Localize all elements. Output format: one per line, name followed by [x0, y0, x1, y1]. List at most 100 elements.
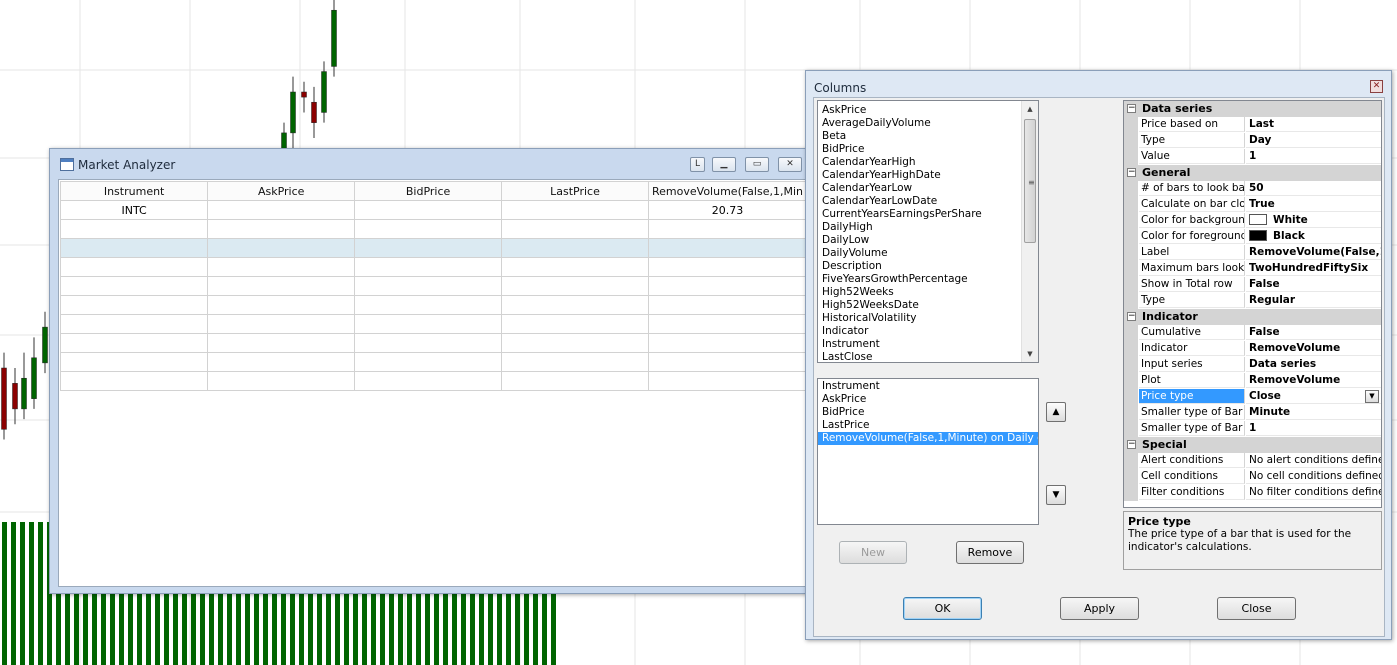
table-cell[interactable]: [501, 314, 649, 334]
property-row[interactable]: Price based on Last: [1124, 117, 1381, 133]
property-row[interactable]: Filter conditions No filter conditions de…: [1124, 485, 1381, 501]
table-cell[interactable]: [501, 333, 649, 353]
link-button[interactable]: L: [690, 157, 705, 172]
list-item[interactable]: LastPrice: [818, 419, 1038, 432]
selected-columns-list[interactable]: Instrument AskPrice BidPrice LastPrice Remov…: [817, 378, 1039, 525]
list-item[interactable]: BidPrice: [818, 143, 1023, 156]
list-item[interactable]: LastClose: [818, 351, 1023, 362]
property-value[interactable]: Close ▼: [1246, 389, 1381, 404]
apply-button[interactable]: Apply: [1060, 597, 1139, 620]
table-cell[interactable]: [59, 352, 209, 372]
list-item[interactable]: CalendarYearHighDate: [818, 169, 1023, 182]
close-icon[interactable]: ✕: [1370, 80, 1383, 93]
list-item[interactable]: Instrument: [818, 380, 1038, 393]
table-row[interactable]: [59, 295, 807, 315]
property-row[interactable]: Value 1: [1124, 149, 1381, 165]
table-cell[interactable]: [354, 333, 503, 353]
table-cell[interactable]: [59, 371, 209, 391]
table-cell[interactable]: [648, 352, 807, 372]
table-cell[interactable]: [59, 238, 209, 258]
property-row[interactable]: Type Regular: [1124, 293, 1381, 309]
table-cell[interactable]: [207, 295, 356, 315]
property-row[interactable]: Label RemoveVolume(False,1: [1124, 245, 1381, 261]
property-value[interactable]: 1: [1246, 149, 1381, 164]
table-cell[interactable]: [354, 295, 503, 315]
property-row[interactable]: Calculate on bar clos True: [1124, 197, 1381, 213]
property-row[interactable]: Indicator RemoveVolume: [1124, 341, 1381, 357]
property-value[interactable]: No cell conditions defined: [1246, 469, 1381, 484]
list-item[interactable]: RemoveVolume(False,1,Minute) on Daily da…: [818, 432, 1038, 445]
property-value[interactable]: False: [1246, 325, 1381, 340]
table-cell[interactable]: [354, 352, 503, 372]
table-row[interactable]: [59, 352, 807, 372]
table-cell[interactable]: [59, 333, 209, 353]
table-cell[interactable]: [207, 257, 356, 277]
property-value[interactable]: True: [1246, 197, 1381, 212]
move-down-button[interactable]: ▼: [1046, 485, 1066, 505]
list-item[interactable]: HistoricalVolatility: [818, 312, 1023, 325]
property-value[interactable]: Day: [1246, 133, 1381, 148]
property-category[interactable]: − Indicator: [1124, 309, 1381, 325]
table-cell[interactable]: [354, 276, 503, 296]
list-item[interactable]: Indicator: [818, 325, 1023, 338]
table-cell[interactable]: [354, 238, 503, 258]
list-item[interactable]: CalendarYearLowDate: [818, 195, 1023, 208]
scroll-up-icon[interactable]: ▲: [1022, 101, 1038, 117]
scroll-thumb[interactable]: ≡: [1024, 119, 1036, 243]
property-category[interactable]: − General: [1124, 165, 1381, 181]
property-row[interactable]: Maximum bars look l TwoHundredFiftySix: [1124, 261, 1381, 277]
property-row[interactable]: Cell conditions No cell conditions define…: [1124, 469, 1381, 485]
property-value[interactable]: RemoveVolume: [1246, 341, 1381, 356]
new-button[interactable]: New: [839, 541, 907, 564]
property-row[interactable]: Color for backgrounc White: [1124, 213, 1381, 229]
column-header[interactable]: LastPrice: [501, 181, 649, 201]
collapse-icon[interactable]: −: [1127, 168, 1136, 177]
table-cell[interactable]: [59, 219, 209, 239]
remove-button[interactable]: Remove: [956, 541, 1024, 564]
property-category[interactable]: − Data series: [1124, 101, 1381, 117]
table-cell[interactable]: [501, 276, 649, 296]
property-value[interactable]: TwoHundredFiftySix: [1246, 261, 1381, 276]
vertical-scrollbar[interactable]: ▲ ≡ ▼: [1021, 101, 1038, 362]
table-row[interactable]: [59, 333, 807, 353]
table-cell[interactable]: [354, 371, 503, 391]
table-cell[interactable]: [207, 238, 356, 258]
property-value[interactable]: RemoveVolume(False,1: [1246, 245, 1381, 260]
property-row[interactable]: # of bars to look bacl 50: [1124, 181, 1381, 197]
available-columns-list[interactable]: AskPrice AverageDailyVolume Beta BidPrice Ca…: [817, 100, 1039, 363]
list-item[interactable]: High52Weeks: [818, 286, 1023, 299]
table-cell[interactable]: [501, 352, 649, 372]
table-row[interactable]: [59, 371, 807, 391]
list-item[interactable]: CalendarYearLow: [818, 182, 1023, 195]
table-cell[interactable]: [501, 238, 649, 258]
collapse-icon[interactable]: −: [1127, 312, 1136, 321]
close-icon[interactable]: ✕: [778, 157, 802, 172]
property-row[interactable]: Smaller type of Bar to Minute: [1124, 405, 1381, 421]
property-value[interactable]: False: [1246, 277, 1381, 292]
list-item[interactable]: FiveYearsGrowthPercentage: [818, 273, 1023, 286]
table-cell[interactable]: [354, 257, 503, 277]
table-cell[interactable]: [207, 219, 356, 239]
collapse-icon[interactable]: −: [1127, 104, 1136, 113]
property-value[interactable]: Black: [1246, 229, 1381, 244]
table-cell[interactable]: [207, 371, 356, 391]
table-cell[interactable]: [648, 371, 807, 391]
table-cell[interactable]: [207, 314, 356, 334]
list-item[interactable]: AverageDailyVolume: [818, 117, 1023, 130]
list-item[interactable]: Instrument: [818, 338, 1023, 351]
list-item[interactable]: AskPrice: [818, 393, 1038, 406]
table-cell[interactable]: [354, 219, 503, 239]
property-row[interactable]: Show in Total row False: [1124, 277, 1381, 293]
list-item[interactable]: DailyLow: [818, 234, 1023, 247]
property-value[interactable]: White: [1246, 213, 1381, 228]
close-button[interactable]: Close: [1217, 597, 1296, 620]
property-value[interactable]: Data series: [1246, 357, 1381, 372]
column-header[interactable]: Instrument: [59, 181, 209, 201]
list-item[interactable]: DailyHigh: [818, 221, 1023, 234]
property-value[interactable]: Regular: [1246, 293, 1381, 308]
table-cell[interactable]: [354, 200, 503, 220]
table-cell[interactable]: [59, 314, 209, 334]
table-cell[interactable]: [59, 257, 209, 277]
table-cell[interactable]: [59, 295, 209, 315]
column-header[interactable]: BidPrice: [354, 181, 503, 201]
